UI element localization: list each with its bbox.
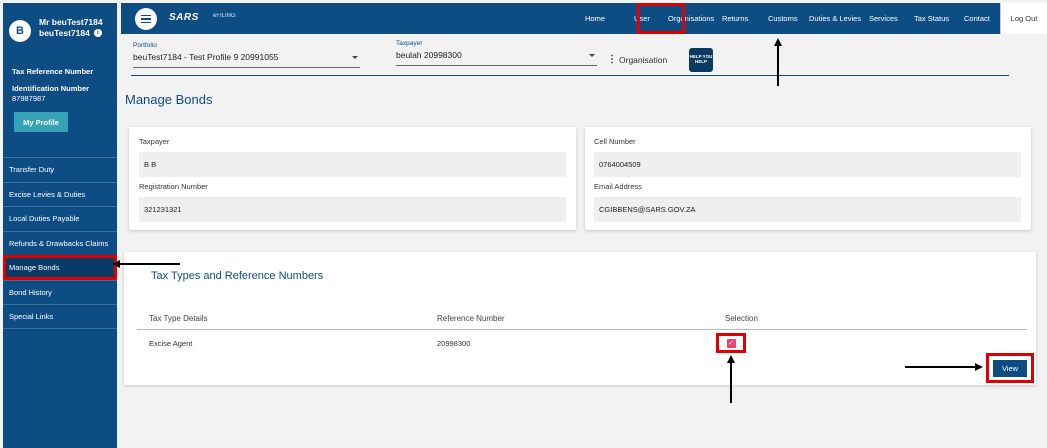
- registration-field-value: 321231321: [139, 197, 566, 222]
- sidebar-nav: Transfer Duty Excise Levies & Duties Loc…: [3, 157, 117, 329]
- sidebar-item-special-links[interactable]: Special Links: [3, 304, 117, 329]
- sidebar-item-excise-levies-duties[interactable]: Excise Levies & Duties: [3, 181, 117, 207]
- taxpayer-select[interactable]: beulah 20998300: [396, 50, 597, 66]
- sars-logo: SARS: [169, 12, 199, 23]
- row-reference-number: 20998300: [437, 339, 471, 348]
- organisation-label[interactable]: Organisation: [619, 55, 667, 65]
- id-number-value: 87987987: [12, 94, 46, 103]
- tax-ref-label: Tax Reference Number: [12, 67, 94, 76]
- user-name-line2: beuTest7184: [39, 28, 90, 38]
- hamburger-menu-icon[interactable]: [135, 8, 157, 30]
- sidebar-item-local-duties-payable[interactable]: Local Duties Payable: [3, 206, 117, 231]
- column-header-selection: Selection: [725, 314, 758, 323]
- sidebar-item-manage-bonds[interactable]: Manage Bonds: [3, 255, 117, 280]
- page-title: Manage Bonds: [125, 92, 213, 107]
- my-profile-button[interactable]: My Profile: [14, 112, 68, 132]
- info-icon[interactable]: i: [94, 29, 102, 37]
- user-block: B Mr beuTest7184 beuTest7184 i: [3, 3, 117, 53]
- nav-services[interactable]: Services: [869, 3, 898, 34]
- taxpayer-field-label: Taxpayer: [139, 137, 170, 146]
- column-header-tax-type: Tax Type Details: [149, 314, 208, 323]
- sidebar-item-transfer-duty[interactable]: Transfer Duty: [3, 157, 117, 182]
- selection-checkbox[interactable]: ✓: [726, 338, 736, 348]
- taxpayer-value: beulah 20998300: [396, 50, 462, 60]
- cell-number-label: Cell Number: [594, 137, 636, 146]
- nav-tax-status[interactable]: Tax Status: [914, 3, 949, 34]
- chevron-down-icon: [352, 56, 358, 59]
- portfolio-value: beuTest7184 - Test Profile 9 20991055: [133, 52, 279, 62]
- sidebar-item-bond-history[interactable]: Bond History: [3, 279, 117, 305]
- tax-types-title: Tax Types and Reference Numbers: [151, 270, 324, 282]
- nav-returns[interactable]: Returns: [722, 3, 748, 34]
- nav-home[interactable]: Home: [585, 3, 605, 34]
- registration-field-label: Registration Number: [139, 182, 208, 191]
- view-highlight-box: View: [986, 353, 1034, 383]
- user-name-line1: Mr beuTest7184: [39, 17, 103, 27]
- sidebar-item-refunds-drawbacks[interactable]: Refunds & Drawbacks Claims: [3, 230, 117, 256]
- id-number-label: Identification Number: [12, 84, 90, 93]
- portfolio-label: Portfolio: [133, 42, 157, 49]
- table-header-divider: [137, 329, 1027, 330]
- sidebar: B Mr beuTest7184 beuTest7184 i Tax Refer…: [3, 3, 117, 448]
- portfolio-select[interactable]: beuTest7184 - Test Profile 9 20991055: [133, 52, 360, 68]
- email-address-value: CGIBBENS@SARS.GOV.ZA: [594, 197, 1021, 222]
- contact-details-card: Cell Number 0764004509 Email Address CGI…: [585, 127, 1031, 230]
- taxpayer-field-value: B B: [139, 152, 566, 177]
- selection-highlight-box: ✓: [716, 333, 746, 353]
- header-divider: [131, 75, 1009, 76]
- more-options-icon[interactable]: ⋮: [607, 54, 617, 65]
- view-button[interactable]: View: [993, 359, 1027, 377]
- row-tax-type: Excise Agent: [149, 339, 193, 348]
- taxpayer-label: Taxpayer: [396, 40, 423, 47]
- nav-duties-levies[interactable]: Duties & Levies: [809, 3, 861, 34]
- taxpayer-details-card: Taxpayer B B Registration Number 3212313…: [129, 127, 576, 230]
- avatar[interactable]: B: [9, 20, 31, 42]
- efiling-logo: eFILING: [213, 13, 236, 19]
- organisation-logo[interactable]: HELP YOU HELP: [689, 48, 713, 72]
- nav-contact[interactable]: Contact: [964, 3, 990, 34]
- chevron-down-icon: [589, 54, 595, 57]
- email-address-label: Email Address: [594, 182, 642, 191]
- logout-button[interactable]: Log Out: [1000, 3, 1047, 34]
- customs-highlight-box: [637, 3, 685, 34]
- top-navbar: SARS eFILING Home User Organisations Ret…: [121, 3, 1047, 34]
- column-header-reference: Reference Number: [437, 314, 505, 323]
- cell-number-value: 0764004509: [594, 152, 1021, 177]
- nav-customs[interactable]: Customs: [768, 3, 798, 34]
